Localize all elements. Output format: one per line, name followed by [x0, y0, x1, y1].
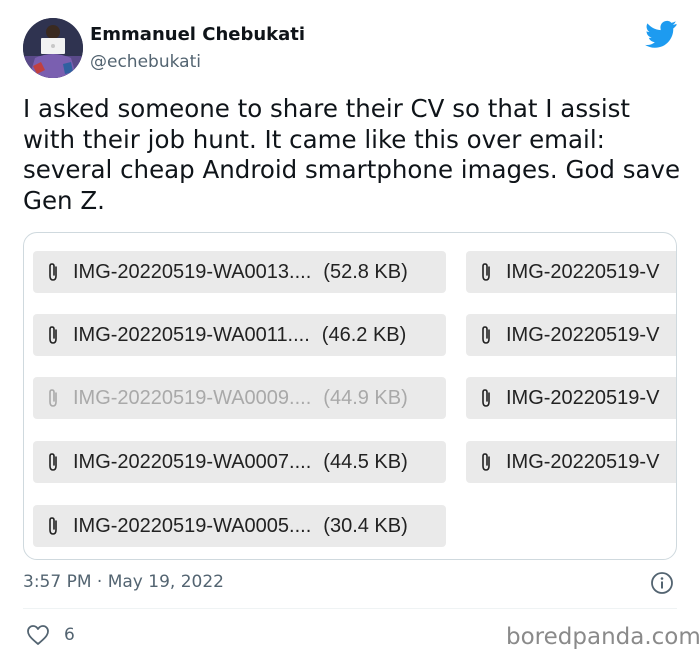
twitter-bird-icon[interactable]	[645, 20, 677, 48]
paperclip-icon	[49, 517, 57, 535]
attachment-size: (46.2 KB)	[321, 323, 407, 346]
author-name[interactable]: Emmanuel Chebukati	[90, 24, 305, 45]
tweet-text: I asked someone to share their CV so tha…	[23, 94, 681, 215]
attachment-filename: IMG-20220519-WA0007....	[73, 450, 312, 473]
attachment-chip[interactable]: IMG-20220519-WA0011.... (46.2 KB)	[33, 314, 446, 356]
attachment-chip[interactable]: IMG-20220519-WA0005.... (30.4 KB)	[33, 505, 446, 547]
attachment-chip[interactable]: IMG-20220519-WA0007.... (44.5 KB)	[33, 441, 446, 483]
tweet-card: Emmanuel Chebukati @echebukati I asked s…	[0, 0, 700, 662]
heart-icon[interactable]	[26, 624, 50, 646]
attachment-chip[interactable]: IMG-20220519-V	[466, 314, 676, 356]
avatar-image	[23, 18, 83, 78]
attachment-filename: IMG-20220519-V	[506, 323, 660, 346]
attachment-filename: IMG-20220519-V	[506, 386, 660, 409]
paperclip-icon	[49, 453, 57, 471]
attachment-image[interactable]: IMG-20220519-WA0013.... (52.8 KB) IMG-20…	[23, 232, 677, 560]
attachment-chip[interactable]: IMG-20220519-WA0013.... (52.8 KB)	[33, 251, 446, 293]
attachment-filename: IMG-20220519-WA0013....	[73, 260, 312, 283]
attachment-chip[interactable]: IMG-20220519-V	[466, 377, 676, 419]
attachment-size: (30.4 KB)	[323, 514, 408, 537]
attachment-size: (52.8 KB)	[323, 260, 408, 283]
paperclip-icon	[49, 389, 57, 407]
paperclip-icon	[482, 389, 490, 407]
attachment-size: (44.5 KB)	[323, 450, 408, 473]
paperclip-icon	[49, 326, 57, 344]
attachment-filename: IMG-20220519-V	[506, 450, 660, 473]
attachment-chip[interactable]: IMG-20220519-V	[466, 251, 676, 293]
attachment-filename: IMG-20220519-WA0011....	[73, 323, 310, 346]
paperclip-icon	[482, 326, 490, 344]
paperclip-icon	[49, 263, 57, 281]
info-icon[interactable]	[650, 571, 674, 595]
attachment-chip-dimmed[interactable]: IMG-20220519-WA0009.... (44.9 KB)	[33, 377, 446, 419]
tweet-timestamp[interactable]: 3:57 PM · May 19, 2022	[23, 572, 224, 592]
attachment-filename: IMG-20220519-V	[506, 260, 660, 283]
avatar[interactable]	[23, 18, 83, 78]
attachment-size: (44.9 KB)	[323, 386, 408, 409]
paperclip-icon	[482, 453, 490, 471]
attachment-filename: IMG-20220519-WA0009....	[73, 386, 312, 409]
paperclip-icon	[482, 263, 490, 281]
like-count: 6	[64, 625, 75, 645]
attachment-chip[interactable]: IMG-20220519-V	[466, 441, 676, 483]
author-handle[interactable]: @echebukati	[90, 52, 201, 72]
divider	[23, 608, 677, 609]
attachment-filename: IMG-20220519-WA0005....	[73, 514, 312, 537]
watermark: boredpanda.com	[506, 624, 700, 650]
